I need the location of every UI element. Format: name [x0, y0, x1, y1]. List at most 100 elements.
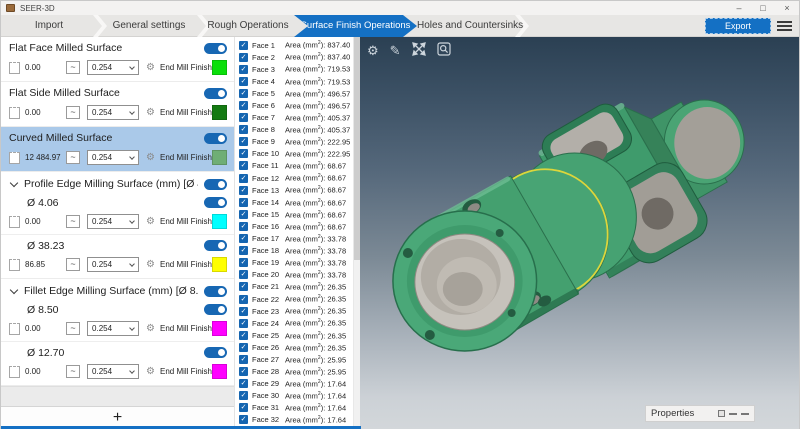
minimize-button[interactable]: –: [727, 2, 751, 15]
face-checkbox[interactable]: ✓: [239, 258, 248, 267]
tolerance-mode-button[interactable]: ~: [66, 106, 80, 119]
gear-icon[interactable]: ⚙: [146, 367, 155, 377]
group-header[interactable]: Fillet Edge Milling Surface (mm) [Ø 8.5 …: [1, 281, 234, 301]
face-row[interactable]: ✓ Face 12 Area (mm2): 68.67: [235, 172, 353, 184]
sub-operation-header[interactable]: Ø 38.23: [1, 237, 234, 254]
gear-icon[interactable]: ⚙: [367, 43, 379, 59]
gear-icon[interactable]: ⚙: [146, 63, 155, 73]
face-checkbox[interactable]: ✓: [239, 198, 248, 207]
face-checkbox[interactable]: ✓: [239, 149, 248, 158]
face-row[interactable]: ✓ Face 23 Area (mm2): 26.35: [235, 305, 353, 317]
chevron-down-icon[interactable]: [10, 178, 18, 186]
face-row[interactable]: ✓ Face 4 Area (mm2): 719.53: [235, 75, 353, 87]
color-swatch[interactable]: [212, 214, 227, 229]
tolerance-select[interactable]: 0.254: [87, 364, 139, 379]
gear-icon[interactable]: ⚙: [146, 217, 155, 227]
toggle-switch[interactable]: [204, 240, 227, 251]
face-checkbox[interactable]: ✓: [239, 379, 248, 388]
face-row[interactable]: ✓ Face 20 Area (mm2): 33.78: [235, 269, 353, 281]
face-checkbox[interactable]: ✓: [239, 343, 248, 352]
face-row[interactable]: ✓ Face 28 Area (mm2): 25.95: [235, 366, 353, 378]
toggle-switch[interactable]: [204, 179, 227, 190]
face-row[interactable]: ✓ Face 24 Area (mm2): 26.35: [235, 317, 353, 329]
face-row[interactable]: ✓ Face 17 Area (mm2): 33.78: [235, 233, 353, 245]
pencil-icon[interactable]: ✎: [390, 43, 401, 59]
tolerance-mode-button[interactable]: ~: [66, 61, 80, 74]
color-swatch[interactable]: [212, 257, 227, 272]
tolerance-mode-button[interactable]: ~: [66, 322, 80, 335]
face-checkbox[interactable]: ✓: [239, 282, 248, 291]
face-checkbox[interactable]: ✓: [239, 307, 248, 316]
face-checkbox[interactable]: ✓: [239, 210, 248, 219]
tab-holes-countersinks[interactable]: Holes and Countersinks: [417, 15, 521, 37]
face-checkbox[interactable]: ✓: [239, 113, 248, 122]
group-header[interactable]: Profile Edge Milling Surface (mm) [Ø 4.0…: [1, 174, 234, 194]
tolerance-select[interactable]: 0.254: [87, 321, 139, 336]
face-checkbox[interactable]: ✓: [239, 415, 248, 424]
tab-surface-finish-operations[interactable]: Surface Finish Operations: [294, 15, 417, 37]
tab-import[interactable]: Import: [1, 15, 97, 37]
face-row[interactable]: ✓ Face 3 Area (mm2): 719.53: [235, 63, 353, 75]
tolerance-select[interactable]: 0.254: [87, 150, 139, 165]
export-button[interactable]: Export: [705, 18, 771, 34]
face-row[interactable]: ✓ Face 18 Area (mm2): 33.78: [235, 245, 353, 257]
tolerance-mode-button[interactable]: ~: [66, 258, 80, 271]
face-row[interactable]: ✓ Face 22 Area (mm2): 26.35: [235, 293, 353, 305]
color-swatch[interactable]: [212, 60, 227, 75]
toggle-switch[interactable]: [204, 197, 227, 208]
face-row[interactable]: ✓ Face 25 Area (mm2): 26.35: [235, 329, 353, 341]
toggle-switch[interactable]: [204, 133, 227, 144]
face-checkbox[interactable]: ✓: [239, 367, 248, 376]
face-row[interactable]: ✓ Face 13 Area (mm2): 68.67: [235, 184, 353, 196]
face-checkbox[interactable]: ✓: [239, 89, 248, 98]
menu-icon[interactable]: [777, 21, 792, 33]
tab-rough-operations[interactable]: Rough Operations: [201, 15, 295, 37]
face-row[interactable]: ✓ Face 32 Area (mm2): 17.64: [235, 414, 353, 426]
tolerance-select[interactable]: 0.254: [87, 105, 139, 120]
face-checkbox[interactable]: ✓: [239, 186, 248, 195]
toggle-switch[interactable]: [204, 43, 227, 54]
face-row[interactable]: ✓ Face 10 Area (mm2): 222.95: [235, 148, 353, 160]
gear-icon[interactable]: ⚙: [146, 324, 155, 334]
maximize-button[interactable]: □: [751, 2, 775, 15]
gear-icon[interactable]: ⚙: [146, 260, 155, 270]
tolerance-mode-button[interactable]: ~: [66, 365, 80, 378]
operation-header[interactable]: Curved Milled Surface: [1, 129, 234, 147]
toggle-switch[interactable]: [204, 286, 227, 297]
toggle-switch[interactable]: [204, 347, 227, 358]
color-swatch[interactable]: [212, 150, 227, 165]
collapse-icon[interactable]: [729, 413, 737, 415]
gear-icon[interactable]: ⚙: [146, 153, 155, 163]
face-row[interactable]: ✓ Face 19 Area (mm2): 33.78: [235, 257, 353, 269]
face-row[interactable]: ✓ Face 2 Area (mm2): 837.40: [235, 51, 353, 63]
face-row[interactable]: ✓ Face 7 Area (mm2): 405.37: [235, 112, 353, 124]
properties-panel[interactable]: Properties: [645, 405, 755, 422]
chevron-down-icon[interactable]: [10, 285, 18, 293]
face-checkbox[interactable]: ✓: [239, 246, 248, 255]
face-row[interactable]: ✓ Face 16 Area (mm2): 68.67: [235, 220, 353, 232]
fit-view-icon[interactable]: [412, 42, 426, 60]
face-row[interactable]: ✓ Face 11 Area (mm2): 68.67: [235, 160, 353, 172]
pin-icon[interactable]: [718, 410, 725, 417]
face-checkbox[interactable]: ✓: [239, 319, 248, 328]
face-checkbox[interactable]: ✓: [239, 234, 248, 243]
face-row[interactable]: ✓ Face 8 Area (mm2): 405.37: [235, 124, 353, 136]
tolerance-select[interactable]: 0.254: [87, 257, 139, 272]
viewport-3d[interactable]: ⚙ ✎: [360, 37, 799, 429]
face-checkbox[interactable]: ✓: [239, 222, 248, 231]
face-row[interactable]: ✓ Face 15 Area (mm2): 68.67: [235, 208, 353, 220]
zoom-box-icon[interactable]: [437, 42, 451, 60]
color-swatch[interactable]: [212, 321, 227, 336]
tolerance-mode-button[interactable]: ~: [66, 215, 80, 228]
tolerance-mode-button[interactable]: ~: [66, 151, 80, 164]
sub-operation-header[interactable]: Ø 8.50: [1, 301, 234, 318]
face-row[interactable]: ✓ Face 21 Area (mm2): 26.35: [235, 281, 353, 293]
face-row[interactable]: ✓ Face 29 Area (mm2): 17.64: [235, 378, 353, 390]
gear-icon[interactable]: ⚙: [146, 108, 155, 118]
face-checkbox[interactable]: ✓: [239, 391, 248, 400]
toggle-switch[interactable]: [204, 88, 227, 99]
machined-part-model[interactable]: [360, 37, 799, 429]
tolerance-select[interactable]: 0.254: [87, 214, 139, 229]
face-row[interactable]: ✓ Face 27 Area (mm2): 25.95: [235, 353, 353, 365]
tab-general-settings[interactable]: General settings: [97, 15, 201, 37]
